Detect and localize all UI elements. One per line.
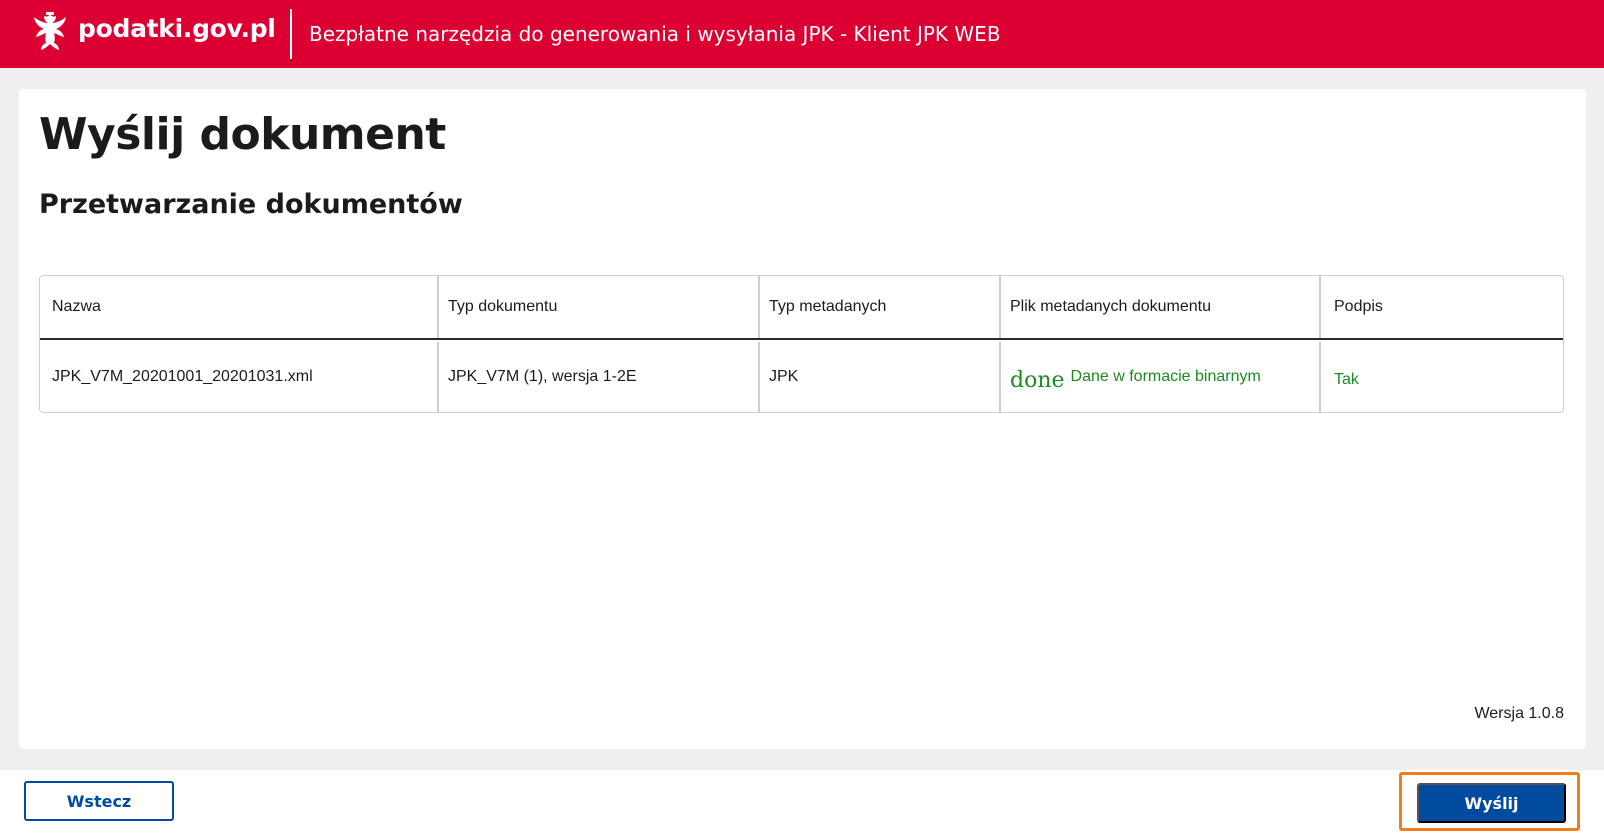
done-icon: done [1010,367,1065,393]
cell-nazwa: JPK_V7M_20201001_20201031.xml [40,342,439,412]
column-header-typ-metadanych: Typ metadanych [760,276,1001,338]
send-button-highlight: Wyślij [1399,772,1580,831]
column-header-plik-metadanych: Plik metadanych dokumentu [1001,276,1321,338]
header-divider [290,9,292,59]
cell-podpis: Tak [1321,342,1563,412]
site-logo-text[interactable]: podatki.gov.pl [78,14,276,43]
eagle-emblem-icon [30,11,70,55]
app-title: Bezpłatne narzędzia do generowania i wys… [309,22,1001,46]
podpis-status-text: Tak [1334,371,1359,388]
main-card: Wyślij dokument Przetwarzanie dokumentów… [19,89,1586,749]
cell-typ-dokumentu: JPK_V7M (1), wersja 1-2E [439,342,760,412]
footer-bar: Wstecz Wyślij [0,770,1604,835]
send-button[interactable]: Wyślij [1417,783,1566,823]
column-header-podpis: Podpis [1334,298,1383,315]
table-row: JPK_V7M_20201001_20201031.xml JPK_V7M (1… [40,342,1563,412]
cell-plik-metadanych: done Dane w formacie binarnym [1001,342,1321,412]
app-version: Wersja 1.0.8 [1474,705,1564,722]
back-button[interactable]: Wstecz [24,781,174,821]
column-header-typ-dokumentu: Typ dokumentu [439,276,760,338]
table-header-row: Nazwa Typ dokumentu Typ metadanych Plik … [40,276,1563,340]
section-title: Przetwarzanie dokumentów [39,189,463,220]
top-header: podatki.gov.pl Bezpłatne narzędzia do ge… [0,0,1604,68]
documents-table: Nazwa Typ dokumentu Typ metadanych Plik … [39,275,1564,413]
page-title: Wyślij dokument [39,109,446,160]
column-header-nazwa: Nazwa [40,276,439,338]
cell-typ-metadanych: JPK [760,342,1001,412]
plik-status-text: Dane w formacie binarnym [1070,368,1261,385]
